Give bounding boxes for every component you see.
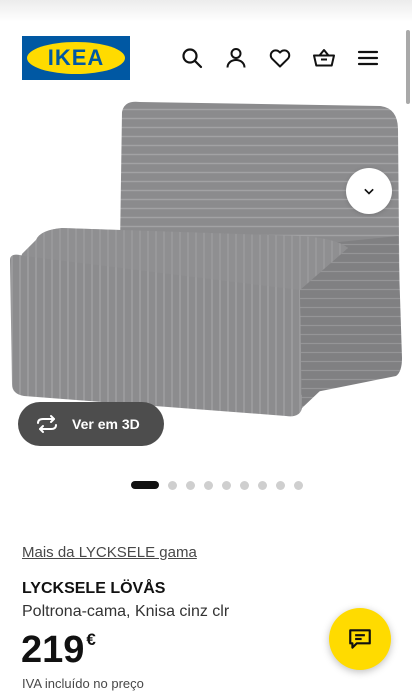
gallery-pagination — [131, 480, 312, 490]
product-description: Poltrona-cama, Knisa cinz clr — [22, 603, 230, 620]
vat-note: IVA incluído no preço — [22, 676, 144, 691]
view-3d-button[interactable]: Ver em 3D — [18, 402, 164, 446]
logo-oval: IKEA — [27, 42, 125, 74]
pagination-dot[interactable] — [186, 480, 195, 490]
basket-icon[interactable] — [312, 46, 336, 70]
pagination-dot[interactable] — [204, 480, 213, 490]
product-price: 219 € — [21, 630, 96, 670]
rotate-3d-icon — [37, 415, 57, 433]
chevron-icon — [364, 188, 374, 195]
site-header: IKEA — [0, 30, 412, 88]
menu-icon[interactable] — [356, 46, 380, 70]
pagination-dot[interactable] — [258, 480, 267, 490]
gallery-favourite-button[interactable] — [346, 168, 392, 214]
logo-text: IKEA — [47, 45, 105, 70]
search-icon[interactable] — [180, 46, 204, 70]
price-currency: € — [86, 630, 96, 649]
pagination-dot[interactable] — [222, 480, 231, 490]
product-name: LYCKSELE LÖVÅS — [22, 580, 166, 597]
pagination-dot[interactable] — [240, 480, 249, 490]
pagination-dot[interactable] — [276, 480, 285, 490]
view-3d-label: Ver em 3D — [72, 416, 140, 432]
range-link[interactable]: Mais da LYCKSELE gama — [22, 544, 197, 561]
pagination-dot[interactable] — [168, 480, 177, 490]
browser-top-fade — [0, 0, 412, 22]
pagination-dot-active[interactable] — [131, 481, 159, 489]
heart-icon[interactable] — [268, 46, 292, 70]
user-icon[interactable] — [224, 46, 248, 70]
pagination-dot[interactable] — [294, 480, 303, 490]
page-scrollbar[interactable] — [406, 30, 410, 104]
chat-button[interactable] — [329, 608, 391, 670]
ikea-logo[interactable]: IKEA — [22, 36, 130, 80]
price-amount: 219 — [21, 629, 85, 671]
chat-icon — [349, 629, 371, 649]
